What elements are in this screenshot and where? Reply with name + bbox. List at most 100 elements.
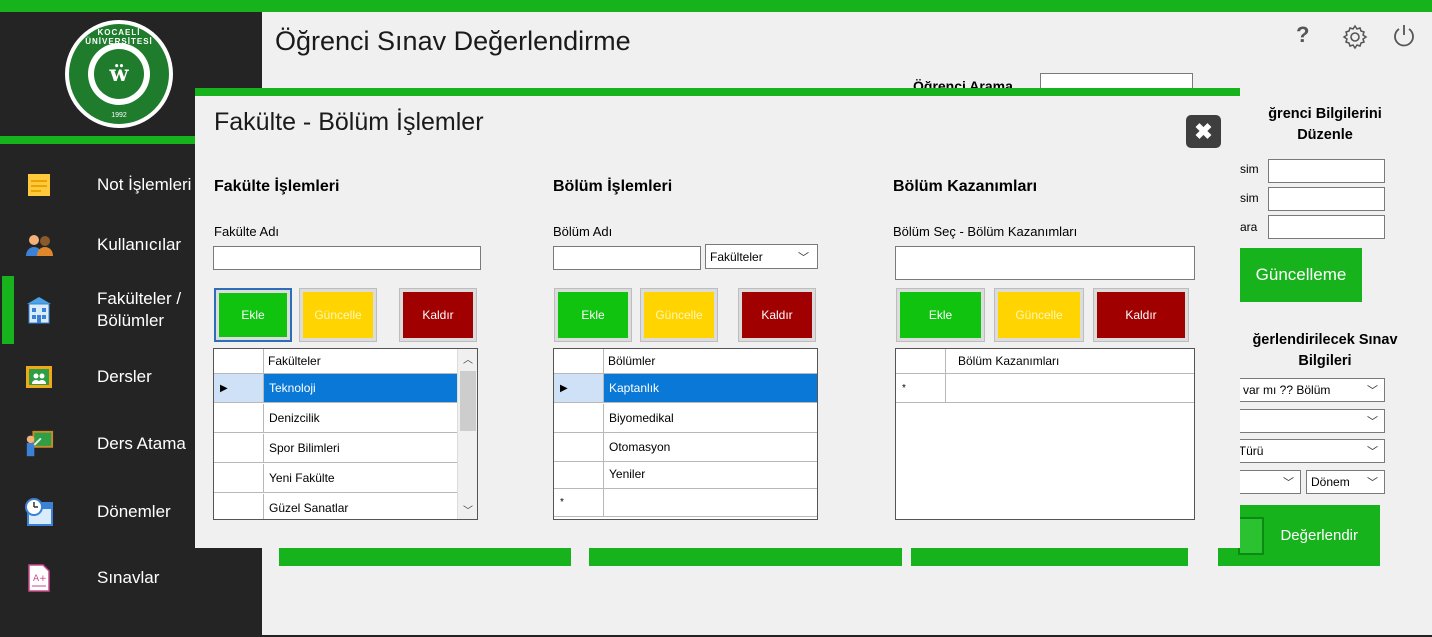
power-icon[interactable] — [1392, 24, 1416, 54]
column-header[interactable]: Bölümler — [604, 349, 655, 373]
department-section-title: Bölüm İşlemleri — [553, 178, 673, 195]
row-pointer-icon: ▶ — [554, 374, 604, 402]
faculty-remove-frame: Kaldır — [399, 288, 477, 342]
table-cell[interactable]: Kaptanlık — [604, 374, 817, 402]
close-button[interactable]: ✖ — [1186, 115, 1221, 148]
faculty-name-label: Fakülte Adı — [214, 224, 280, 239]
table-row[interactable]: Yeni Fakülte — [214, 464, 459, 493]
department-update-button[interactable]: Güncelle — [644, 292, 714, 338]
table-cell[interactable]: Yeni Fakülte — [264, 464, 335, 492]
table-cell[interactable]: Teknoloji — [264, 374, 459, 402]
table-row[interactable]: ▶ Kaptanlık — [554, 374, 817, 403]
exam-document-icon: A+ — [24, 563, 54, 593]
table-row[interactable]: Güzel Sanatlar — [214, 494, 459, 519]
table-row[interactable]: Yeniler — [554, 460, 817, 489]
faculty-update-frame: Güncelle — [299, 288, 377, 342]
scroll-down-icon[interactable]: ﹀ — [458, 502, 477, 517]
department-add-button[interactable]: Ekle — [558, 292, 628, 338]
bottom-action-2[interactable] — [589, 546, 902, 566]
term-select[interactable]: Dönem ﹀ — [1306, 470, 1385, 494]
faculty-name-input[interactable] — [213, 246, 481, 270]
department-remove-button[interactable]: Kaldır — [742, 292, 812, 338]
building-icon — [24, 295, 54, 325]
outcomes-add-button[interactable]: Ekle — [900, 292, 981, 338]
department-grid: Bölümler ▶ Kaptanlık Biyomedikal Otomasy… — [553, 348, 818, 520]
student-edit-title: ğrenci Bilgilerini Düzenle — [1268, 106, 1382, 143]
grid-header: Fakülteler — [214, 349, 459, 374]
table-row[interactable]: Denizcilik — [214, 404, 459, 433]
department-add-frame: Ekle — [554, 288, 632, 342]
outcomes-section-title: Bölüm Kazanımları — [893, 178, 1038, 195]
student-update-button[interactable]: Güncelleme — [1240, 248, 1362, 302]
new-row[interactable]: * — [554, 488, 817, 517]
vertical-scrollbar[interactable]: ︿ ﹀ — [457, 349, 477, 519]
number-field[interactable] — [1268, 215, 1385, 239]
course-select[interactable]: s﹀ — [1218, 409, 1385, 433]
outcomes-remove-frame: Kaldır — [1093, 288, 1189, 342]
exam-type-select[interactable]: av Türü ﹀ — [1218, 439, 1385, 463]
table-cell[interactable] — [946, 374, 951, 402]
faculty-section-title: Fakülte İşlemleri — [214, 178, 340, 195]
grid-header: Bölüm Kazanımları — [896, 349, 1194, 374]
column-header[interactable]: Fakülteler — [264, 349, 321, 373]
new-row[interactable]: * — [896, 374, 1194, 403]
outcomes-update-button[interactable]: Güncelle — [998, 292, 1080, 338]
question-icon[interactable]: ? — [1296, 22, 1309, 48]
name-label: sim — [1240, 162, 1259, 176]
exam-info-title: ğerlendirilecek Sınav Bilgileri — [1252, 332, 1398, 369]
department-name-input[interactable] — [553, 246, 701, 270]
sidebar-item-sinavlar[interactable]: A+ Sınavlar — [0, 553, 262, 603]
table-cell[interactable]: Güzel Sanatlar — [264, 494, 348, 519]
table-cell[interactable]: Biyomedikal — [604, 404, 674, 432]
scrollbar-thumb[interactable] — [460, 371, 476, 431]
table-cell[interactable]: Denizcilik — [264, 404, 320, 432]
logo-year: 1992 — [111, 112, 127, 119]
table-row[interactable]: Spor Bilimleri — [214, 434, 459, 463]
table-row[interactable]: ▶ Teknoloji — [214, 374, 459, 403]
chevron-down-icon: ﹀ — [1367, 416, 1378, 428]
outcomes-label: Bölüm Seç - Bölüm Kazanımları — [893, 224, 1078, 239]
table-cell[interactable]: Spor Bilimleri — [264, 434, 340, 462]
table-cell[interactable]: Otomasyon — [604, 433, 670, 461]
bottom-action-3[interactable] — [911, 546, 1188, 566]
gear-icon[interactable] — [1342, 24, 1368, 56]
dialog-title: Fakülte - Bölüm İşlemler — [214, 108, 484, 136]
teacher-board-icon — [24, 429, 54, 459]
evaluate-button[interactable]: Değerlendir — [1218, 505, 1380, 566]
row-pointer-icon: ▶ — [214, 374, 264, 402]
bottom-action-1[interactable] — [279, 546, 571, 566]
outcomes-update-frame: Güncelle — [994, 288, 1084, 342]
department-update-frame: Güncelle — [640, 288, 718, 342]
chevron-down-icon: ﹀ — [1367, 385, 1378, 397]
sidebar-item-label: Ders Atama — [97, 434, 186, 453]
table-row[interactable]: Otomasyon — [554, 433, 817, 462]
table-row[interactable]: Biyomedikal — [554, 404, 817, 433]
grid-header: Bölümler — [554, 349, 817, 374]
chevron-down-icon: ﹀ — [1367, 477, 1378, 489]
calendar-clock-icon — [24, 497, 54, 527]
department-select[interactable]: rek var mı ?? Bölüm ﹀ — [1218, 378, 1385, 402]
outcomes-grid: Bölüm Kazanımları * — [895, 348, 1195, 520]
column-header[interactable]: Bölüm Kazanımları — [946, 349, 1059, 373]
top-accent-bar — [0, 0, 1432, 12]
faculty-remove-button[interactable]: Kaldır — [403, 292, 473, 338]
outcomes-input[interactable] — [895, 246, 1195, 280]
faculty-add-button[interactable]: Ekle — [219, 293, 287, 337]
presentation-icon — [24, 362, 54, 392]
calculator-icon — [1238, 517, 1264, 555]
logo-name: KOCAELİ ÜNİVERSİTESİ — [85, 28, 153, 46]
app-title: Öğrenci Sınav Değerlendirme — [275, 26, 631, 56]
name-field[interactable] — [1268, 159, 1385, 183]
chevron-down-icon: ﹀ — [1283, 477, 1294, 489]
faculty-filter-select[interactable]: Fakülteler ﹀ — [705, 244, 818, 269]
department-name-label: Bölüm Adı — [553, 224, 613, 239]
faculty-department-dialog: Fakülte - Bölüm İşlemler ✖ Fakülte İşlem… — [195, 88, 1240, 548]
table-cell[interactable] — [604, 488, 609, 516]
table-cell[interactable]: Yeniler — [604, 460, 645, 488]
scroll-up-icon[interactable]: ︿ — [458, 351, 477, 366]
sidebar-item-label: Not İşlemleri — [97, 175, 192, 194]
faculty-update-button[interactable]: Güncelle — [303, 292, 373, 338]
surname-field[interactable] — [1268, 187, 1385, 211]
outcomes-remove-button[interactable]: Kaldır — [1097, 292, 1185, 338]
chevron-down-icon: ﹀ — [798, 252, 809, 264]
